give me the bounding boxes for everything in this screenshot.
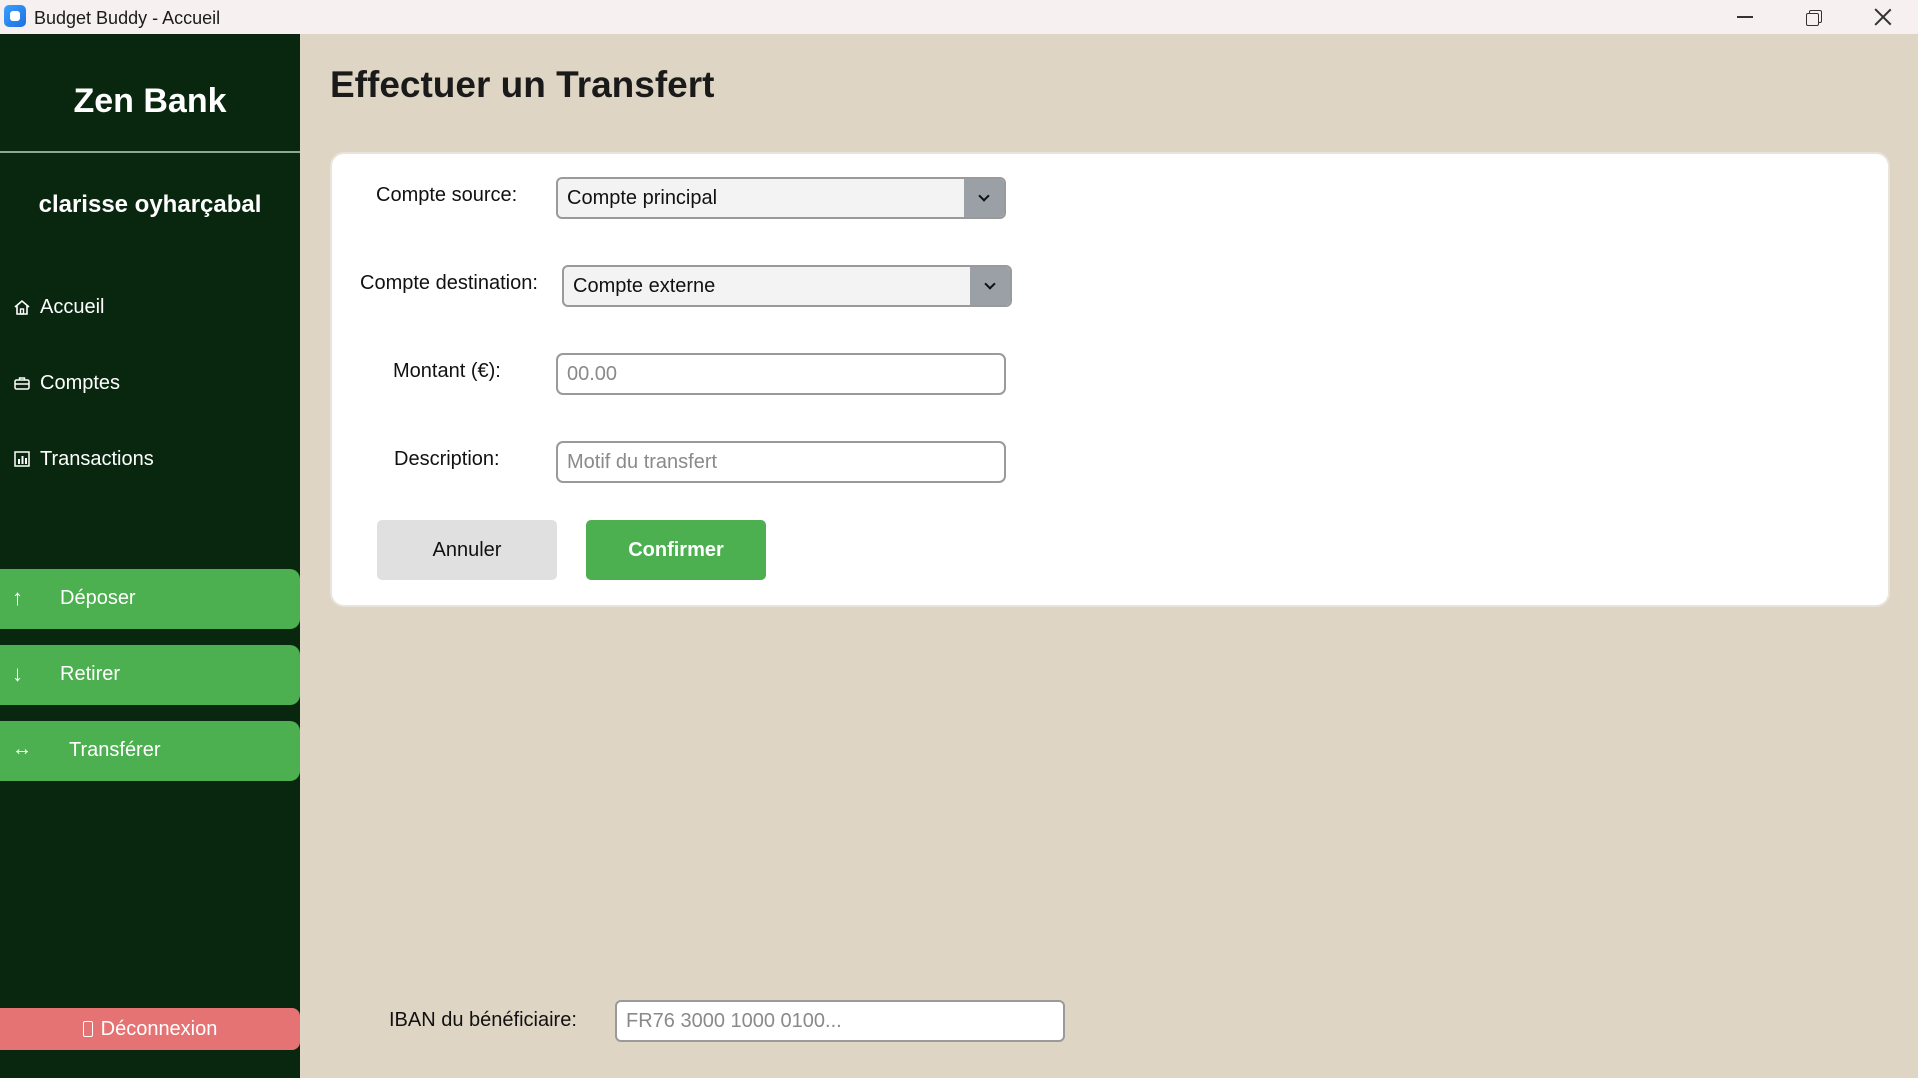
destination-account-select[interactable]: Compte externe: [562, 265, 1012, 307]
transfer-label: Transférer: [69, 739, 161, 761]
sidebar: Zen Bank clarisse oyharçabal Accueil Com…: [0, 34, 300, 1078]
page-title: Effectuer un Transfert: [330, 64, 715, 105]
deposit-label: Déposer: [60, 587, 136, 609]
withdraw-label: Retirer: [60, 663, 121, 685]
description-input[interactable]: [556, 441, 1006, 483]
close-icon: [1874, 8, 1892, 26]
confirm-button[interactable]: Confirmer: [586, 520, 766, 580]
amount-label: Montant (€):: [393, 360, 501, 382]
minimize-button[interactable]: [1710, 0, 1780, 34]
source-account-label: Compte source:: [376, 184, 518, 206]
withdraw-button[interactable]: ↓ Retirer: [0, 645, 300, 705]
brand-name: Zen Bank: [73, 82, 227, 120]
logout-button[interactable]: Déconnexion: [0, 1008, 300, 1050]
restore-button[interactable]: [1778, 0, 1848, 34]
description-label: Description:: [394, 448, 500, 470]
sidebar-divider: [0, 151, 300, 153]
window-title: Budget Buddy - Accueil: [34, 8, 221, 28]
destination-account-label: Compte destination:: [360, 272, 538, 294]
iban-input[interactable]: [615, 1000, 1065, 1042]
arrow-down-icon: ↓: [12, 661, 23, 686]
chevron-down-icon[interactable]: [964, 179, 1004, 217]
source-account-value: Compte principal: [567, 187, 718, 209]
iban-label: IBAN du bénéficiaire:: [389, 1009, 577, 1031]
restore-icon: [1806, 10, 1822, 26]
arrow-up-icon: ↑: [12, 585, 23, 610]
sidebar-item-label: Transactions: [40, 447, 154, 470]
chevron-down-icon[interactable]: [970, 267, 1010, 305]
door-icon: [82, 1021, 93, 1037]
amount-input[interactable]: [556, 353, 1006, 395]
close-button[interactable]: [1848, 0, 1918, 34]
minimize-icon: [1737, 16, 1753, 18]
sidebar-item-transactions[interactable]: Transactions: [12, 442, 154, 476]
briefcase-icon: [12, 373, 32, 393]
sidebar-item-label: Accueil: [40, 295, 105, 318]
app-icon: [4, 5, 26, 27]
destination-account-value: Compte externe: [573, 275, 716, 297]
cancel-button[interactable]: Annuler: [377, 520, 557, 580]
sidebar-item-accueil[interactable]: Accueil: [12, 290, 104, 324]
sidebar-item-label: Comptes: [40, 371, 121, 394]
sidebar-item-comptes[interactable]: Comptes: [12, 366, 120, 400]
bar-chart-icon: [12, 449, 32, 469]
user-name: clarisse oyharçabal: [38, 191, 262, 218]
window-titlebar: Budget Buddy - Accueil: [0, 0, 1918, 34]
transfer-form-card: Compte source: Compte principal Compte d…: [330, 152, 1890, 607]
arrow-left-right-icon: ↔: [12, 738, 32, 760]
logout-label: Déconnexion: [100, 1017, 218, 1040]
home-icon: [12, 297, 32, 317]
transfer-button[interactable]: ↔ Transférer: [0, 721, 300, 781]
source-account-select[interactable]: Compte principal: [556, 177, 1006, 219]
deposit-button[interactable]: ↑ Déposer: [0, 569, 300, 629]
